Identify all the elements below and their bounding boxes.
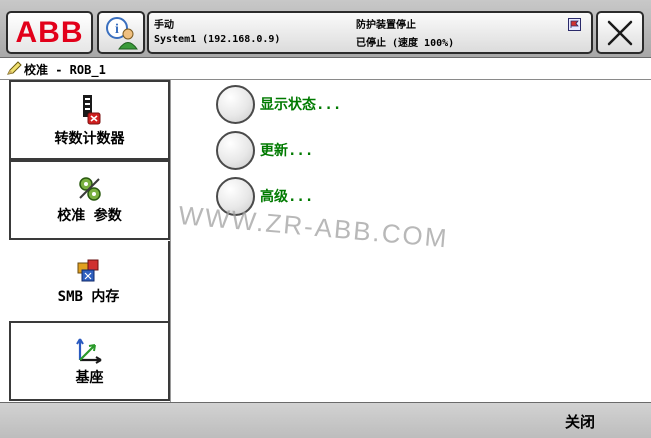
calibration-params-icon: [78, 176, 101, 201]
watermark-text: WWW.ZR-ABB.COM: [177, 200, 450, 254]
nav-divider: [170, 80, 171, 402]
smb-memory-icon: [77, 259, 98, 281]
nav-item-label: SMB 内存: [57, 288, 120, 305]
top-status-bar: ABB i 手动 System1 (192.168.0.9) 防护装置停止 已停…: [0, 0, 651, 58]
close-icon: [607, 20, 633, 45]
close-button[interactable]: 关闭: [520, 405, 640, 437]
nav-item-base[interactable]: 基座: [9, 321, 170, 401]
svg-text:i: i: [115, 22, 119, 37]
abb-menu-button[interactable]: ABB: [6, 11, 93, 54]
nav-item-rev-counters[interactable]: 转数计数器: [9, 80, 170, 160]
nav-item-label: 校准 参数: [57, 207, 122, 224]
nav-item-calibration-params[interactable]: 校准 参数: [9, 160, 170, 240]
operator-info-icon: i: [106, 16, 138, 49]
protection-state-text: 防护装置停止: [356, 20, 416, 31]
abb-logo-text: ABB: [15, 15, 84, 49]
operator-info-button[interactable]: i: [97, 11, 145, 54]
system-name-text: System1 (192.168.0.9): [154, 34, 281, 45]
option-update[interactable]: 更新...: [216, 130, 313, 170]
nav-item-label: 基座: [75, 369, 104, 386]
base-frame-icon: [75, 337, 102, 364]
bottom-command-bar: 关闭: [0, 402, 651, 438]
option-show-status[interactable]: 显示状态...: [216, 84, 341, 124]
option-label[interactable]: 高级...: [260, 186, 313, 206]
operating-mode-text: 手动: [154, 20, 174, 31]
rev-counter-icon: [82, 94, 100, 124]
motion-state-text: 已停止 (速度 100%): [356, 38, 455, 49]
nav-item-label: 转数计数器: [54, 130, 125, 147]
window-title-bar: 校准 - ROB_1: [0, 58, 651, 80]
option-radio-button[interactable]: [216, 84, 255, 124]
option-radio-button[interactable]: [216, 130, 255, 170]
calibration-nav: 转数计数器 校准 参数 SMB 内存 基座: [0, 80, 172, 402]
status-panel[interactable]: 手动 System1 (192.168.0.9) 防护装置停止 已停止 (速度 …: [147, 11, 593, 54]
option-label[interactable]: 更新...: [260, 140, 313, 160]
event-flag-icon: [568, 18, 581, 31]
pencil-icon: [7, 61, 22, 75]
option-label[interactable]: 显示状态...: [260, 94, 341, 114]
close-window-button[interactable]: [596, 11, 644, 54]
nav-item-smb-memory[interactable]: SMB 内存: [9, 241, 170, 321]
page-title: 校准 - ROB_1: [24, 63, 106, 77]
